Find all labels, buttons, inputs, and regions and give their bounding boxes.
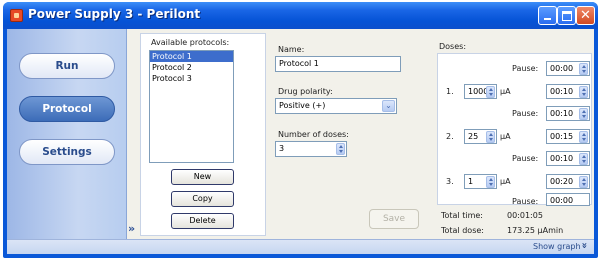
- dose-3-current-input[interactable]: 1: [464, 174, 497, 189]
- spinner-icon[interactable]: [486, 86, 495, 98]
- spinner-icon[interactable]: [486, 131, 495, 143]
- total-dose-label: Total dose:: [441, 226, 484, 235]
- minimize-button[interactable]: [538, 6, 557, 25]
- number-of-doses-label: Number of doses:: [278, 130, 349, 139]
- dose-time-value: 00:15: [550, 132, 574, 141]
- settings-button[interactable]: Settings: [19, 139, 115, 165]
- protocol-name-input[interactable]: Protocol 1: [275, 56, 401, 72]
- close-icon: ✕: [580, 8, 591, 23]
- dose-number: 2.: [446, 132, 454, 141]
- total-time-label: Total time:: [441, 211, 483, 220]
- double-chevron-down-icon[interactable]: »: [579, 242, 590, 248]
- pause-value: 00:00: [550, 196, 574, 205]
- spinner-icon[interactable]: [579, 176, 588, 188]
- pause-value: 00:10: [550, 154, 574, 163]
- pause-label: Pause:: [512, 64, 539, 73]
- nav-panel: Run Protocol Settings: [7, 29, 127, 239]
- dose-1-time-input[interactable]: 00:10: [546, 84, 590, 99]
- dose-2-current-input[interactable]: 25: [464, 129, 497, 144]
- dose-1-current-input[interactable]: 1000: [464, 84, 497, 99]
- dose-2-time-input[interactable]: 00:15: [546, 129, 590, 144]
- dose-time-value: 00:10: [550, 87, 574, 96]
- pause-3-input[interactable]: 00:00: [546, 193, 590, 206]
- app-icon: [10, 9, 23, 22]
- minimize-icon: [544, 18, 551, 20]
- spinner-icon[interactable]: [579, 131, 588, 143]
- unit-label: µA: [500, 132, 511, 141]
- run-button[interactable]: Run: [19, 53, 115, 79]
- show-graph-link[interactable]: Show graph: [533, 242, 581, 251]
- client-area: Run Protocol Settings » Available protoc…: [7, 29, 594, 254]
- total-dose-value: 173.25 µAmin: [507, 226, 564, 235]
- delete-button[interactable]: Delete: [171, 213, 234, 229]
- spinner-icon[interactable]: [579, 153, 588, 165]
- spinner-icon[interactable]: [579, 63, 588, 75]
- list-item[interactable]: Protocol 1: [150, 51, 233, 62]
- total-time-value: 00:01:05: [507, 211, 543, 220]
- unit-label: µA: [500, 87, 511, 96]
- app-window: Power Supply 3 - Perilont ✕ Run Protocol…: [3, 2, 598, 258]
- pause-label: Pause:: [512, 109, 539, 118]
- doses-panel: Pause: 00:00 1. 1000 µA 00:10 Pause: 00:…: [437, 53, 592, 206]
- pause-label: Pause:: [512, 197, 539, 206]
- chevron-down-icon[interactable]: ⌄: [382, 100, 395, 112]
- maximize-button[interactable]: [557, 6, 576, 25]
- available-protocols-label: Available protocols:: [151, 38, 230, 47]
- copy-button[interactable]: Copy: [171, 191, 234, 207]
- number-of-doses-stepper[interactable]: 3: [275, 141, 347, 157]
- new-button[interactable]: New: [171, 169, 234, 185]
- dose-current-value: 25: [468, 132, 479, 141]
- drug-polarity-label: Drug polarity:: [278, 87, 333, 96]
- list-item[interactable]: Protocol 2: [150, 62, 233, 73]
- expand-panel-icon[interactable]: »: [128, 222, 135, 235]
- unit-label: µA: [500, 177, 511, 186]
- drug-polarity-value: Positive (+): [279, 101, 326, 110]
- dose-number: 1.: [446, 87, 454, 96]
- pause-value: 00:10: [550, 109, 574, 118]
- spinner-icon[interactable]: [579, 108, 588, 120]
- close-button[interactable]: ✕: [576, 6, 595, 25]
- protocol-list[interactable]: Protocol 1 Protocol 2 Protocol 3: [149, 50, 234, 163]
- name-label: Name:: [278, 45, 305, 54]
- spinner-icon[interactable]: [486, 176, 495, 188]
- pause-0-input[interactable]: 00:00: [546, 61, 590, 76]
- maximize-icon: [562, 11, 572, 21]
- title-bar[interactable]: Power Supply 3 - Perilont ✕: [3, 2, 598, 29]
- pause-2-input[interactable]: 00:10: [546, 151, 590, 166]
- dose-time-value: 00:20: [550, 177, 574, 186]
- save-button[interactable]: Save: [369, 209, 419, 229]
- list-item[interactable]: Protocol 3: [150, 73, 233, 84]
- dose-current-value: 1: [468, 177, 474, 186]
- spinner-icon[interactable]: [336, 143, 345, 155]
- drug-polarity-select[interactable]: Positive (+) ⌄: [275, 98, 397, 114]
- pause-value: 00:00: [550, 64, 574, 73]
- doses-label: Doses:: [439, 42, 467, 51]
- status-bar: Show graph »: [7, 239, 594, 254]
- number-of-doses-value: 3: [279, 144, 285, 153]
- dose-number: 3.: [446, 177, 454, 186]
- window-title: Power Supply 3 - Perilont: [28, 7, 201, 21]
- spinner-icon[interactable]: [579, 86, 588, 98]
- protocol-button[interactable]: Protocol: [19, 96, 115, 122]
- dose-3-time-input[interactable]: 00:20: [546, 174, 590, 189]
- pause-label: Pause:: [512, 154, 539, 163]
- protocols-panel: Available protocols: Protocol 1 Protocol…: [140, 33, 266, 236]
- pause-1-input[interactable]: 00:10: [546, 106, 590, 121]
